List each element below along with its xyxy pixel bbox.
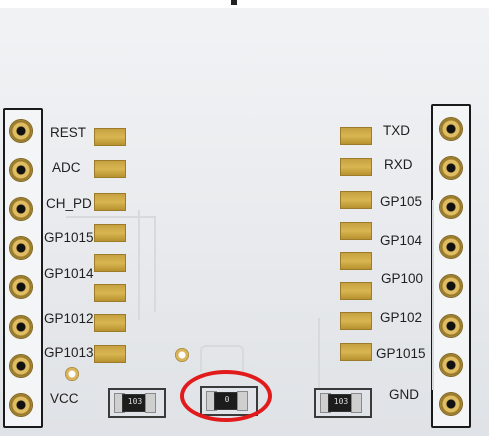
left-smd-pad-1 xyxy=(94,128,126,146)
right-smd-pad-8 xyxy=(340,343,372,361)
right-resistor-code: 103 xyxy=(333,397,349,406)
right-pad-5 xyxy=(440,275,462,297)
trace-right-2 xyxy=(408,200,434,390)
left-smd-pad-3 xyxy=(94,193,126,211)
left-label-3: CH_PD xyxy=(46,196,92,211)
left-pad-6 xyxy=(10,316,32,338)
right-pad-1 xyxy=(440,118,462,140)
right-smd-pad-1 xyxy=(340,127,372,145)
left-label-7: GP1013 xyxy=(44,345,94,360)
right-smd-pad-2 xyxy=(340,158,372,176)
trace-mid xyxy=(200,345,244,372)
left-pad-2 xyxy=(10,159,32,181)
left-smd-pad-7 xyxy=(94,314,126,332)
right-smd-pad-3 xyxy=(340,191,372,209)
trace-left-2 xyxy=(138,210,156,320)
top-edge xyxy=(0,0,489,8)
left-pad-5 xyxy=(10,276,32,298)
left-pin-header xyxy=(3,108,43,428)
right-label-1: TXD xyxy=(383,123,410,138)
left-label-8: VCC xyxy=(50,391,79,406)
left-pad-1 xyxy=(10,120,32,142)
left-pad-7 xyxy=(10,355,32,377)
right-smd-pad-7 xyxy=(340,312,372,330)
left-smd-pad-8 xyxy=(94,345,126,363)
right-pad-2 xyxy=(440,157,462,179)
left-pad-3 xyxy=(10,198,32,220)
right-pad-7 xyxy=(440,354,462,376)
left-resistor: 103 xyxy=(114,392,156,413)
red-highlight-circle xyxy=(180,370,272,422)
right-smd-pad-6 xyxy=(340,282,372,300)
left-pad-4 xyxy=(10,237,32,259)
top-marker xyxy=(231,0,237,5)
via-center xyxy=(175,348,189,362)
via-left xyxy=(65,367,79,381)
pcb-board: REST ADC CH_PD GP1015 GP1014 GP1012 GP10… xyxy=(0,0,489,436)
left-label-6: GP1012 xyxy=(44,311,94,326)
right-pad-6 xyxy=(440,315,462,337)
right-pad-8 xyxy=(440,393,462,415)
left-resistor-code: 103 xyxy=(127,397,143,406)
trace-right-1 xyxy=(318,318,344,388)
left-label-1: REST xyxy=(50,125,87,140)
left-label-2: ADC xyxy=(52,160,81,175)
right-pin-header xyxy=(431,104,471,428)
right-resistor: 103 xyxy=(320,392,362,413)
right-pad-4 xyxy=(440,236,462,258)
right-label-2: RXD xyxy=(384,157,413,172)
left-pad-8 xyxy=(10,394,32,416)
right-pad-3 xyxy=(440,196,462,218)
right-smd-pad-5 xyxy=(340,252,372,270)
right-smd-pad-4 xyxy=(340,222,372,240)
left-smd-pad-2 xyxy=(94,160,126,178)
